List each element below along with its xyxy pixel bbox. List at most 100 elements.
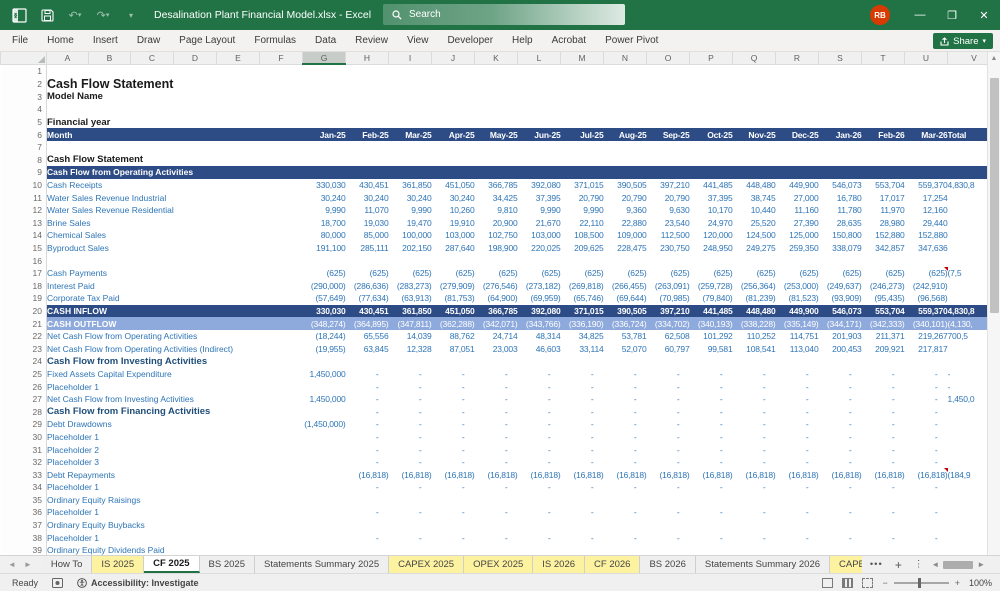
sheet-tab-statements-summary-2026[interactable]: Statements Summary 2026 — [695, 556, 831, 573]
search-input[interactable]: Search — [383, 4, 625, 25]
cell[interactable]: (95,435) — [862, 292, 904, 305]
cell[interactable] — [518, 154, 561, 167]
cell[interactable]: (625) — [432, 267, 475, 280]
cell[interactable]: 553,704 — [861, 304, 905, 318]
row-label[interactable]: Placeholder 3 — [47, 456, 303, 469]
cell[interactable]: 259,350 — [776, 242, 818, 255]
column-header-J[interactable]: J — [431, 52, 475, 65]
cell[interactable]: 12,328 — [389, 342, 432, 355]
cell[interactable]: 65,556 — [346, 330, 389, 343]
row-label[interactable]: Model Name — [47, 91, 303, 104]
cell[interactable]: 12,160 — [905, 204, 948, 217]
row-label[interactable]: Cash Flow from Financing Activities — [47, 405, 303, 418]
row-label[interactable]: CASH OUTFLOW — [46, 317, 303, 330]
cell[interactable] — [303, 64, 346, 77]
cell[interactable]: - — [604, 380, 647, 393]
row-header-8[interactable]: 8 — [0, 153, 47, 167]
cell[interactable]: - — [733, 393, 776, 406]
cell[interactable] — [690, 77, 733, 91]
cell[interactable]: - — [690, 405, 733, 418]
scroll-right-icon[interactable]: ► — [977, 560, 985, 569]
cell[interactable]: 202,150 — [389, 242, 431, 255]
row-header-32[interactable]: 32 — [0, 455, 47, 469]
cell[interactable]: - — [819, 531, 862, 544]
row-label[interactable]: Byproduct Sales — [47, 242, 303, 255]
cell[interactable]: - — [776, 456, 819, 469]
row-header-2[interactable]: 2 — [0, 76, 47, 91]
cell[interactable]: - — [733, 456, 776, 469]
cell[interactable] — [647, 519, 690, 532]
cell[interactable] — [604, 116, 647, 129]
cell[interactable]: - — [862, 418, 905, 431]
cell[interactable]: 9,990 — [389, 204, 431, 217]
normal-view-icon[interactable] — [822, 577, 834, 588]
cell[interactable] — [475, 254, 518, 267]
cell[interactable] — [303, 468, 346, 481]
redo-button[interactable]: ↷ ▾ — [94, 6, 112, 24]
cell[interactable]: - — [862, 368, 905, 381]
cell[interactable]: - — [819, 456, 862, 469]
cell[interactable]: - — [647, 481, 690, 494]
cell[interactable]: - — [475, 418, 518, 431]
cell[interactable]: 285,111 — [346, 242, 388, 255]
cell[interactable]: - — [776, 418, 819, 431]
column-header-O[interactable]: O — [646, 52, 690, 65]
cell[interactable]: - — [518, 405, 561, 418]
cell[interactable]: - — [432, 506, 475, 519]
cell[interactable] — [862, 116, 905, 129]
cell[interactable]: 248,950 — [690, 242, 732, 255]
cell[interactable]: 11,780 — [819, 204, 861, 217]
cell[interactable]: (16,818) — [475, 468, 517, 481]
cell[interactable]: (273,182) — [518, 280, 561, 293]
cell[interactable]: 114,751 — [776, 330, 819, 343]
cell[interactable] — [690, 519, 733, 532]
row-header-20[interactable]: 20 — [0, 304, 47, 318]
cell[interactable]: (81,523) — [776, 292, 818, 305]
cell[interactable] — [389, 103, 432, 116]
cell[interactable]: (348,274) — [302, 317, 346, 330]
cell[interactable]: (16,818) — [647, 468, 689, 481]
cell[interactable]: (96,568) — [905, 292, 947, 305]
cell[interactable] — [389, 77, 432, 91]
cell[interactable]: 48,314 — [518, 330, 561, 343]
cell[interactable] — [733, 116, 776, 129]
cell[interactable]: - — [733, 405, 776, 418]
cell[interactable]: - — [561, 443, 604, 456]
cell[interactable] — [776, 116, 819, 129]
cell[interactable]: (1,450,000) — [303, 418, 345, 431]
cell[interactable]: (64,900) — [475, 292, 517, 305]
cell[interactable] — [690, 494, 733, 507]
cell[interactable]: - — [690, 456, 733, 469]
row-label[interactable]: Ordinary Equity Raisings — [47, 494, 303, 507]
cell[interactable] — [862, 103, 905, 116]
cell[interactable] — [346, 519, 389, 532]
zoom-slider[interactable]: − + — [882, 577, 960, 588]
cell[interactable] — [604, 91, 647, 104]
cell[interactable] — [819, 141, 862, 154]
row-header-26[interactable]: 26 — [0, 380, 47, 393]
cell[interactable] — [604, 519, 647, 532]
cell[interactable]: 17,254 — [905, 191, 948, 204]
share-button[interactable]: Share ▾ — [933, 33, 993, 49]
cell[interactable]: - — [604, 443, 647, 456]
cell[interactable]: - — [432, 443, 475, 456]
cell[interactable]: 441,485 — [690, 179, 732, 192]
cell[interactable]: (625) — [733, 267, 776, 280]
cell[interactable]: (338,228) — [732, 317, 776, 330]
cell[interactable] — [733, 103, 776, 116]
cell[interactable] — [432, 103, 475, 116]
column-header-M[interactable]: M — [560, 52, 604, 65]
cell[interactable]: Sep-25 — [646, 128, 690, 141]
cell[interactable] — [303, 431, 346, 444]
cell[interactable]: - — [475, 405, 518, 418]
cell[interactable]: - — [432, 405, 475, 418]
cell[interactable] — [303, 405, 346, 418]
cell[interactable] — [862, 355, 905, 368]
cell[interactable] — [690, 544, 733, 555]
cell[interactable] — [517, 166, 561, 179]
cell[interactable] — [690, 91, 733, 104]
cell[interactable]: Jan-26 — [818, 128, 862, 141]
cell[interactable]: - — [346, 431, 389, 444]
cell[interactable]: - — [518, 431, 561, 444]
cell[interactable] — [904, 166, 948, 179]
